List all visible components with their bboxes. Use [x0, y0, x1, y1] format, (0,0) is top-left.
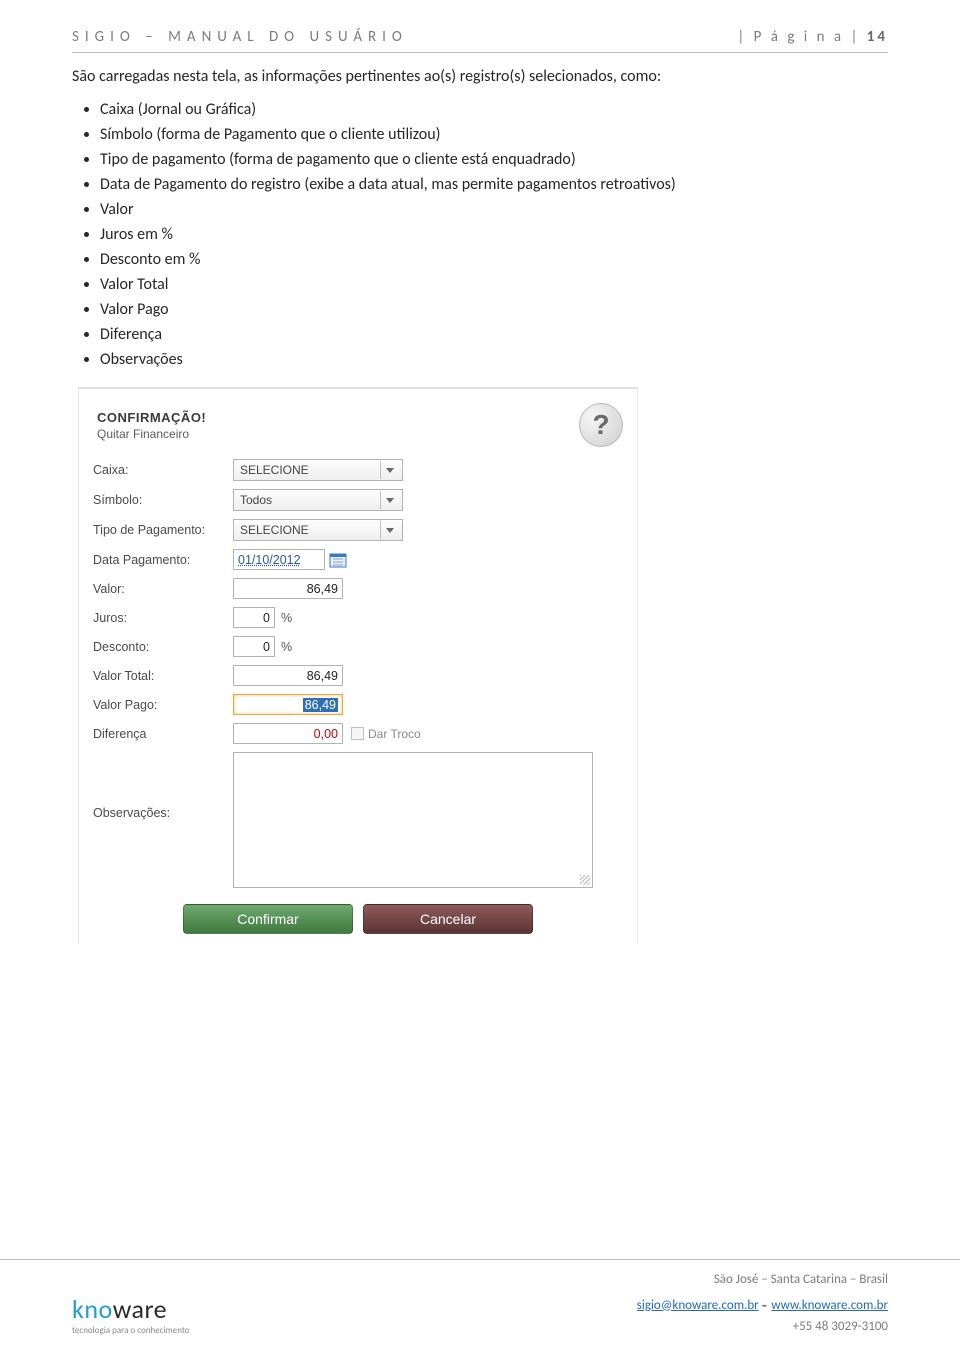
checkbox-icon	[351, 727, 364, 740]
label-observacoes: Observações:	[93, 806, 233, 820]
footer-site-link[interactable]: www.knoware.com.br	[771, 1298, 888, 1313]
list-item: Tipo de pagamento (forma de pagamento qu…	[100, 150, 888, 169]
footer-address: São José – Santa Catarina – Brasil	[637, 1270, 888, 1290]
simbolo-select-value: Todos	[240, 493, 272, 507]
list-item: Data de Pagamento do registro (exibe a d…	[100, 175, 888, 194]
confirmation-form: CONFIRMAÇÃO! Quitar Financeiro ? Caixa: …	[78, 387, 638, 944]
label-diferenca: Diferença	[93, 727, 233, 741]
list-item: Valor Total	[100, 275, 888, 294]
desconto-input[interactable]: 0	[233, 636, 275, 657]
help-icon[interactable]: ?	[579, 403, 623, 447]
simbolo-select[interactable]: Todos	[233, 489, 403, 511]
brand-part2: ware	[113, 1293, 167, 1325]
page-footer: knoware tecnologia para o conhecimento S…	[0, 1259, 960, 1354]
observacoes-textarea[interactable]	[233, 752, 593, 888]
form-subtitle: Quitar Financeiro	[97, 427, 206, 441]
list-item: Observações	[100, 350, 888, 369]
calendar-icon[interactable]	[329, 551, 347, 569]
chevron-down-icon	[386, 528, 394, 533]
intro-text: São carregadas nesta tela, as informaçõe…	[72, 67, 888, 86]
footer-email-link[interactable]: sigio@knoware.com.br	[637, 1298, 759, 1313]
list-item: Desconto em %	[100, 250, 888, 269]
chevron-down-icon	[386, 468, 394, 473]
percent-label: %	[281, 640, 292, 654]
list-item: Valor Pago	[100, 300, 888, 319]
list-item: Símbolo (forma de Pagamento que o client…	[100, 125, 888, 144]
label-valor-pago: Valor Pago:	[93, 698, 233, 712]
label-caixa: Caixa:	[93, 463, 233, 477]
header-title: SIGIO – MANUAL DO USUÁRIO	[72, 28, 408, 46]
brand-part1: kno	[72, 1293, 113, 1325]
label-valor-total: Valor Total:	[93, 669, 233, 683]
dar-troco-checkbox[interactable]: Dar Troco	[351, 727, 421, 741]
valor-total-input[interactable]: 86,49	[233, 665, 343, 686]
caixa-select[interactable]: SELECIONE	[233, 459, 403, 481]
valor-input[interactable]: 86,49	[233, 578, 343, 599]
tipo-pagamento-select[interactable]: SELECIONE	[233, 519, 403, 541]
list-item: Valor	[100, 200, 888, 219]
footer-phone: +55 48 3029-3100	[637, 1317, 888, 1337]
label-desconto: Desconto:	[93, 640, 233, 654]
brand-logo: knoware tecnologia para o conhecimento	[72, 1293, 190, 1336]
cancelar-button[interactable]: Cancelar	[363, 904, 533, 934]
header-page: | P á g i n a | 14	[737, 28, 888, 46]
resize-handle-icon[interactable]	[580, 875, 590, 885]
label-valor: Valor:	[93, 582, 233, 596]
confirmar-button[interactable]: Confirmar	[183, 904, 353, 934]
footer-separator: -	[762, 1294, 772, 1316]
label-juros: Juros:	[93, 611, 233, 625]
diferenca-value: 0,00	[233, 723, 343, 744]
caixa-select-value: SELECIONE	[240, 463, 309, 477]
field-list: Caixa (Jornal ou Gráfica) Símbolo (forma…	[100, 100, 888, 369]
juros-input[interactable]: 0	[233, 607, 275, 628]
tipo-select-value: SELECIONE	[240, 523, 309, 537]
label-data: Data Pagamento:	[93, 553, 233, 567]
valor-pago-input[interactable]: 86,49	[233, 694, 343, 715]
valor-pago-value: 86,49	[303, 698, 338, 712]
header-page-label: | P á g i n a |	[737, 28, 866, 46]
list-item: Diferença	[100, 325, 888, 344]
list-item: Caixa (Jornal ou Gráfica)	[100, 100, 888, 119]
form-title: CONFIRMAÇÃO!	[97, 410, 206, 425]
data-pagamento-input[interactable]: 01/10/2012	[233, 549, 325, 570]
dar-troco-label: Dar Troco	[368, 727, 421, 741]
label-tipo: Tipo de Pagamento:	[93, 523, 233, 537]
label-simbolo: Símbolo:	[93, 493, 233, 507]
chevron-down-icon	[386, 498, 394, 503]
list-item: Juros em %	[100, 225, 888, 244]
page-header: SIGIO – MANUAL DO USUÁRIO | P á g i n a …	[72, 28, 888, 53]
percent-label: %	[281, 611, 292, 625]
brand-tagline: tecnologia para o conhecimento	[72, 1325, 190, 1336]
header-page-number: 14	[867, 28, 888, 46]
